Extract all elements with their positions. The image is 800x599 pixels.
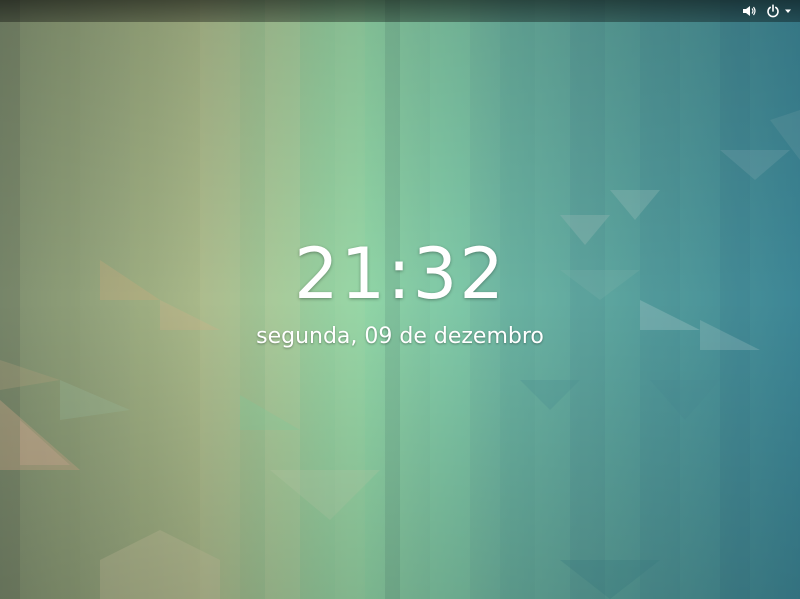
power-menu-button[interactable]	[766, 4, 792, 18]
volume-status[interactable]	[742, 4, 756, 18]
chevron-down-icon	[785, 9, 791, 13]
top-bar	[0, 0, 800, 22]
volume-icon	[743, 6, 756, 16]
lock-screen[interactable]: 21:32 segunda, 09 de dezembro	[0, 0, 800, 599]
clock-date: segunda, 09 de dezembro	[256, 324, 544, 349]
lock-screen-clock: 21:32 segunda, 09 de dezembro	[0, 232, 800, 352]
power-icon	[767, 4, 779, 18]
clock-time: 21:32	[294, 233, 506, 315]
status-area[interactable]	[742, 3, 792, 19]
